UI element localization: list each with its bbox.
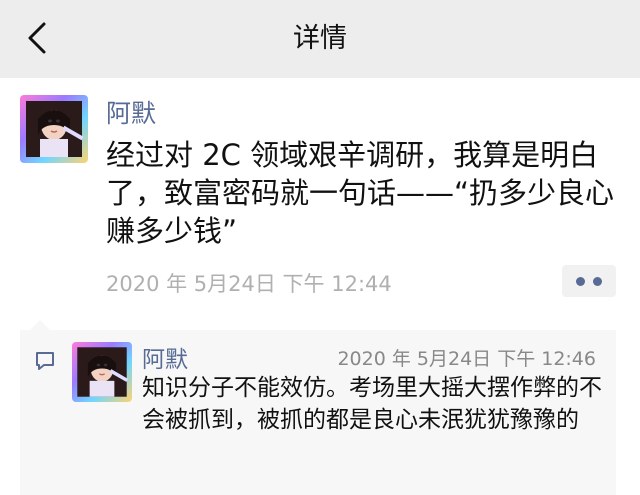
comment-avatar[interactable] [72, 342, 132, 402]
comment-author[interactable]: 阿默 [142, 340, 188, 374]
more-dot [593, 277, 602, 286]
post-author[interactable]: 阿默 [106, 94, 156, 130]
comments-pointer [30, 320, 50, 330]
post-timestamp: 2020 年 5月24日 下午 12:44 [106, 272, 392, 296]
page-title: 详情 [293, 23, 347, 54]
comment-timestamp: 2020 年 5月24日 下午 12:46 [337, 348, 596, 370]
comment-text: 知识分子不能效仿。考场里大摇大摆作弊的不会被抓到，被抓的都是良心未泯犹犹豫豫的 [142, 375, 602, 433]
more-dot [576, 277, 585, 286]
more-dots-icon[interactable] [562, 265, 616, 297]
avatar[interactable] [20, 95, 88, 163]
moment-post: 阿默 经过对 2C 领域艰辛调研，我算是明白了，致富密码就一句话——“扔多少良心… [0, 78, 640, 318]
top-bar: 详情 [0, 0, 640, 78]
comment-icon [36, 352, 54, 370]
post-text: 经过对 2C 领域艰辛调研，我算是明白了，致富密码就一句话——“扔多少良心赚多少… [106, 138, 615, 248]
